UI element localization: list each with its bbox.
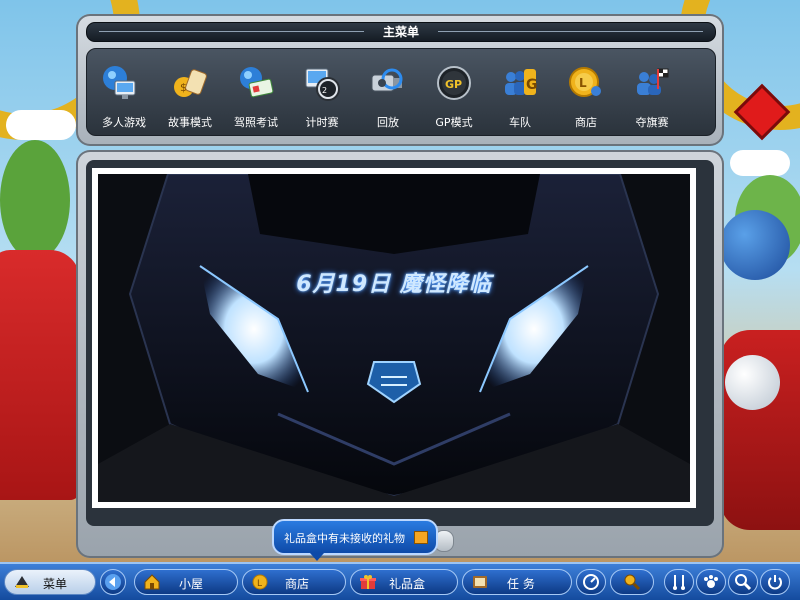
wrench-icon [673, 575, 685, 590]
settings-button[interactable] [664, 569, 694, 595]
menu-item-label: 驾照考试 [234, 116, 278, 129]
book-icon [473, 576, 487, 588]
power-icon [768, 575, 782, 590]
power-button[interactable] [760, 569, 790, 595]
paw-icon [704, 575, 718, 588]
menu-item-label: 商店 [575, 116, 597, 129]
menu-item-label: 计时赛 [305, 116, 339, 129]
svg-text:G: G [526, 77, 538, 93]
scroll-icon: $ [174, 69, 207, 97]
coin-icon: L [252, 574, 268, 590]
taskbar: 菜单 小屋 L 商店 礼品盒 任 务 [0, 562, 800, 600]
menu-item-label: 多人游戏 [102, 116, 146, 129]
gift-notification-tooltip[interactable]: 礼品盒中有未接收的礼物 [272, 519, 438, 561]
tree [0, 140, 70, 260]
menu-item-gp-mode[interactable]: GP GP模式 [421, 51, 487, 133]
cloud [730, 150, 790, 176]
speedometer-icon [583, 574, 599, 590]
kart-character-left [0, 250, 80, 500]
shop-label: 商店 [285, 577, 310, 591]
envelope-icon [414, 531, 428, 544]
gift-box-button[interactable]: 礼品盒 [350, 569, 458, 595]
menu-item-flag-race[interactable]: 夺旗赛 [619, 51, 685, 133]
menu-title: 主菜单 [382, 25, 419, 39]
svg-text:2: 2 [322, 86, 327, 95]
menu-strip: 多人游戏 $ 故事模式 驾照考试 2 计时赛 回放 GP GP模式 G 车队 L… [86, 48, 716, 136]
menu-item-multiplayer[interactable]: 多人游戏 [91, 51, 157, 133]
svg-text:L: L [579, 76, 587, 90]
kart-logo-icon [15, 576, 29, 588]
blue-ball-decoration [720, 210, 790, 280]
tooltip-tail [310, 553, 324, 561]
svg-text:GP: GP [445, 78, 462, 91]
house-label: 小屋 [179, 577, 204, 591]
event-banner[interactable]: 6月19日 魔怪降临 [92, 168, 696, 508]
gift-box-icon [360, 575, 376, 589]
menu-item-replay[interactable]: 回放 [355, 51, 421, 133]
coin-icon: L [569, 67, 601, 97]
magnifier-item-icon [624, 574, 641, 591]
search-icon [735, 574, 752, 591]
menu-item-label: GP模式 [435, 116, 473, 129]
back-button[interactable] [100, 569, 126, 595]
search-button[interactable] [728, 569, 758, 595]
menu-item-label: 夺旗赛 [635, 116, 669, 129]
banner-headline: 6月19日 魔怪降临 [296, 272, 492, 297]
tooltip-text: 礼品盒中有未接收的礼物 [284, 532, 405, 545]
white-ball-decoration [725, 355, 780, 410]
task-label: 任 务 [507, 577, 535, 591]
main-menu-panel: 主菜单 多人游戏 $ 故事模式 驾照考试 2 计时赛 回放 GP GP模式 G … [76, 14, 724, 146]
task-button[interactable]: 任 务 [462, 569, 572, 595]
item-button[interactable] [610, 569, 654, 595]
community-button[interactable] [696, 569, 726, 595]
menu-start-button[interactable]: 菜单 [4, 569, 96, 595]
stopwatch-icon: 2 [305, 68, 340, 101]
banner-image: 6月19日 魔怪降临 [98, 174, 690, 502]
menu-item-label: 故事模式 [168, 116, 212, 129]
menu-item-label: 回放 [377, 116, 399, 129]
globe-monitor-icon [103, 66, 136, 99]
speed-button[interactable] [576, 569, 606, 595]
menu-item-story[interactable]: $ 故事模式 [157, 51, 223, 133]
gp-badge-icon: GP [437, 66, 471, 100]
menu-item-shop[interactable]: L 商店 [553, 51, 619, 133]
menu-item-license[interactable]: 驾照考试 [223, 51, 289, 133]
svg-text:L: L [257, 579, 262, 589]
house-button[interactable]: 小屋 [134, 569, 238, 595]
menu-item-label: 车队 [509, 116, 531, 129]
car-front-illustration [98, 174, 690, 502]
license-icon [240, 67, 274, 98]
house-icon [144, 574, 160, 590]
menu-start-label: 菜单 [43, 577, 68, 591]
gift-box-label: 礼品盒 [389, 577, 426, 591]
menu-item-team[interactable]: G 车队 [487, 51, 553, 133]
flag-race-icon [637, 68, 669, 95]
team-icon: G [505, 69, 538, 95]
cloud [6, 110, 76, 140]
video-camera-icon [371, 68, 403, 92]
arrow-left-icon [105, 574, 121, 590]
menu-title-bar: 主菜单 [86, 22, 716, 42]
shop-button[interactable]: L 商店 [242, 569, 346, 595]
menu-item-time-trial[interactable]: 2 计时赛 [289, 51, 355, 133]
